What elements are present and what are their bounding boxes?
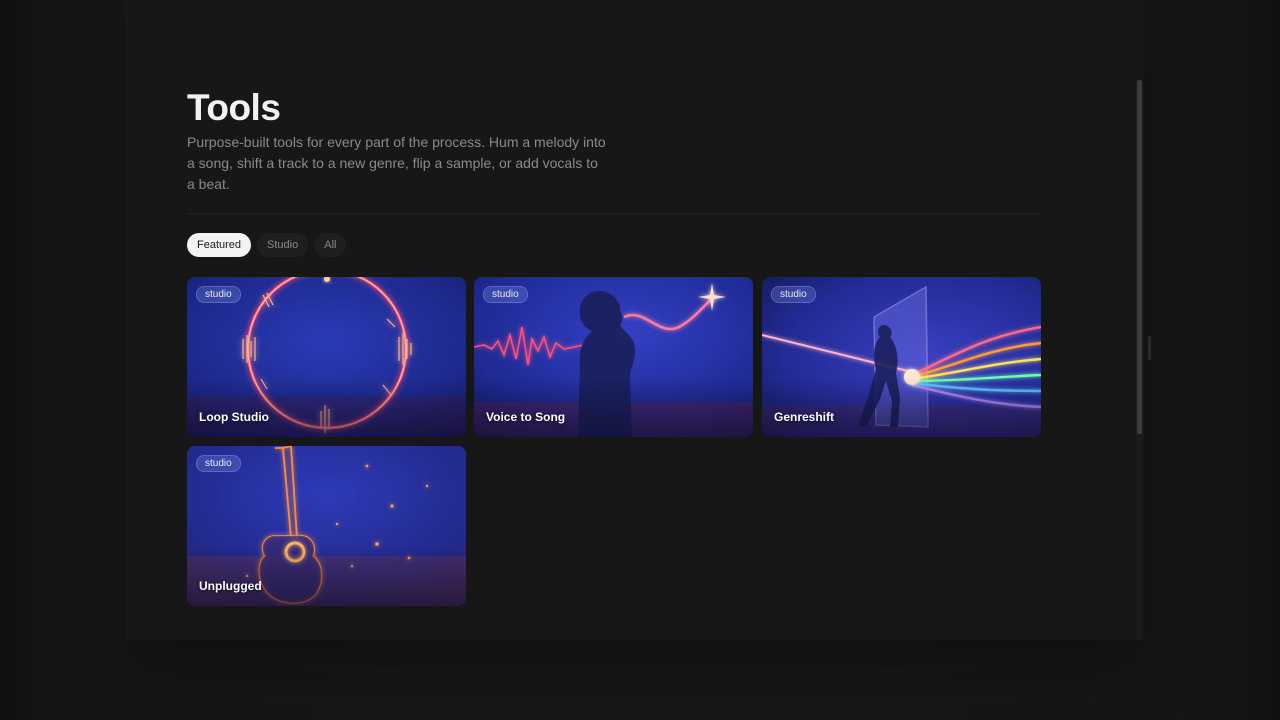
tool-name: Loop Studio [199,410,269,424]
card-shade [762,377,1041,437]
tools-screen: Tools Purpose-built tools for every part… [0,0,1280,720]
studio-badge: studio [483,286,528,303]
studio-badge: studio [196,286,241,303]
filter-tabs: Featured Studio All [187,233,347,257]
studio-badge: studio [196,455,241,472]
tool-name: Unplugged [199,579,262,593]
page-description: Purpose-built tools for every part of th… [187,134,606,192]
tool-card-loop-studio[interactable]: studio Loop Studio [187,277,466,437]
divider [187,213,1040,214]
filter-featured[interactable]: Featured [187,233,252,257]
studio-badge: studio [771,286,816,303]
tool-card-voice-to-song[interactable]: studio Voice to Song [474,277,753,437]
filter-all[interactable]: All [314,233,347,257]
tool-card-unplugged[interactable]: studio Unplugged [187,446,466,606]
tool-name: Genreshift [774,410,835,424]
scrollbar-thumb[interactable] [1137,80,1142,434]
tool-name: Voice to Song [486,410,566,424]
filter-studio[interactable]: Studio [257,233,309,257]
card-shade [187,377,466,437]
tool-card-genreshift[interactable]: studio Genreshift [762,277,1041,437]
page-title: Tools [187,87,281,128]
card-shade [474,377,753,437]
resize-handle[interactable] [1148,336,1151,360]
card-shade [187,546,466,606]
